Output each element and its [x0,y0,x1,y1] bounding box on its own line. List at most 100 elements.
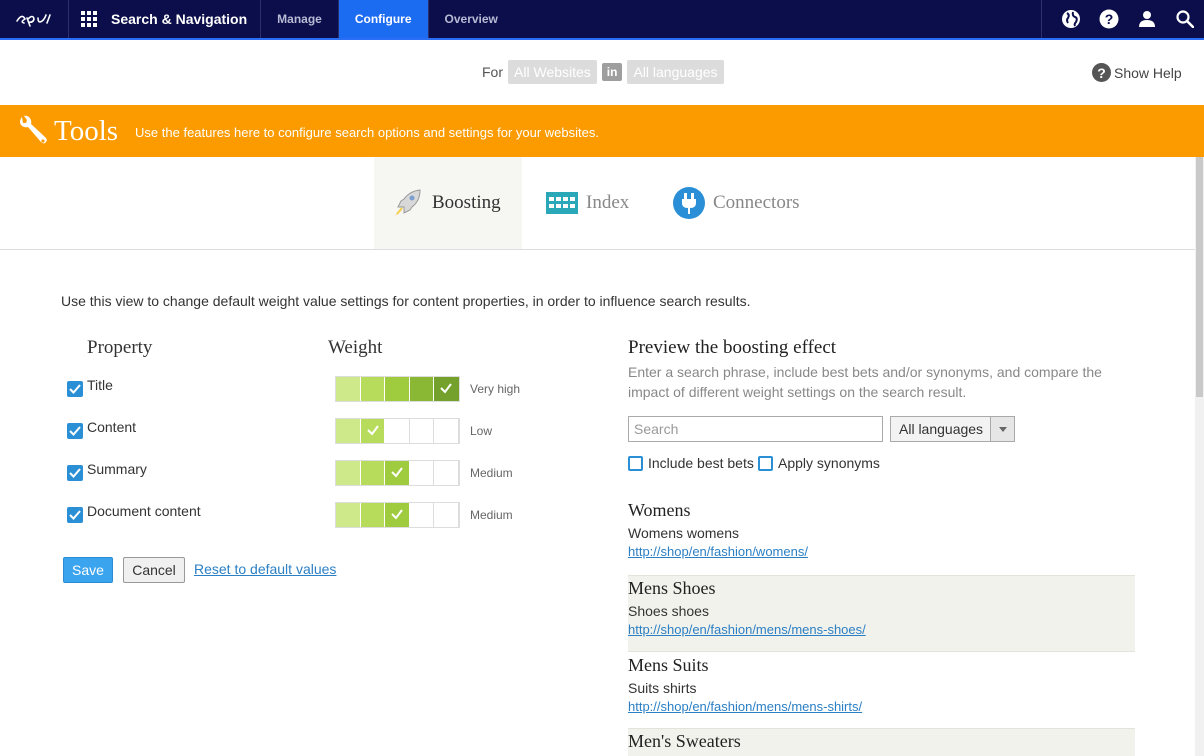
property-label: Summary [87,461,147,477]
save-button[interactable]: Save [63,557,113,583]
weight-label: Very high [470,382,521,396]
property-label: Content [87,419,137,435]
result-link[interactable]: http://shop/en/fashion/mens/mens-shoes/ [628,622,1135,637]
weight-segment[interactable] [385,503,410,527]
result-text: Shoes shoes [628,603,709,619]
result-item: Men's Sweaters [628,728,1135,756]
check-icon [390,465,404,484]
help-icon[interactable]: ? [1090,0,1128,38]
weight-segment[interactable] [336,503,361,527]
weight-segment[interactable] [360,377,386,401]
banner-description: Use the features here to configure searc… [135,124,599,140]
weight-segment[interactable] [409,419,435,443]
chevron-down-icon [990,417,1014,441]
boosting-intro: Use this view to change default weight v… [61,293,751,309]
weight-segment[interactable] [409,377,435,401]
in-label: in [601,63,623,81]
property-row: Summary Medium [67,460,537,486]
epi-logo[interactable] [0,0,69,38]
tab-connectors[interactable]: Connectors [673,157,800,249]
weight-segment[interactable] [336,377,361,401]
weight-segment[interactable] [434,461,459,485]
nav-icon-group: ? [1041,0,1204,38]
nav-tab-manage[interactable]: Manage [261,0,339,38]
weight-segment[interactable] [360,503,386,527]
property-checkbox[interactable] [67,423,83,439]
grid-icon [546,192,578,214]
site-language-filter: For All Websites in All languages [482,60,724,84]
weight-slider[interactable] [335,460,460,486]
property-row: Content Low [67,418,537,444]
result-item: Mens Suits Suits shirts http://shop/en/f… [628,653,1135,727]
scrollbar-thumb[interactable] [1196,157,1203,397]
preview-language-select[interactable]: All languages [890,416,1015,442]
show-help-button[interactable]: ? Show Help [1092,63,1182,82]
top-navigation-bar: Search & Navigation Manage Configure Ove… [0,0,1204,40]
weight-segment[interactable] [409,461,435,485]
app-switcher-icon[interactable] [69,0,109,38]
weight-segment[interactable] [434,419,459,443]
globe-icon[interactable] [1052,0,1090,38]
tools-banner: Tools Use the features here to configure… [0,105,1204,157]
weight-segment[interactable] [360,461,386,485]
preview-search-input[interactable] [628,416,883,442]
check-icon [439,381,453,400]
checkbox-box [758,455,773,471]
context-bar: For All Websites in All languages ? Show… [0,40,1204,105]
property-label: Document content [87,503,201,519]
tab-boosting[interactable]: Boosting [374,157,522,249]
search-icon[interactable] [1166,0,1204,38]
weight-segment[interactable] [385,461,410,485]
weight-label: Medium [470,508,513,522]
checkbox-box [628,455,643,471]
result-link[interactable]: http://shop/en/fashion/mens/mens-shirts/ [628,699,1135,714]
apply-synonyms-label: Apply synonyms [778,455,880,471]
reset-defaults-link[interactable]: Reset to default values [194,561,336,577]
result-item: Womens Womens womens http://shop/en/fash… [628,500,1135,574]
wrench-icon [20,115,47,144]
weight-slider[interactable] [335,502,460,528]
weight-segment[interactable] [336,461,361,485]
language-selector[interactable]: All languages [627,60,724,84]
weight-segment[interactable] [336,419,361,443]
check-icon [366,423,380,442]
tab-boosting-label: Boosting [432,192,501,213]
cancel-button[interactable]: Cancel [123,557,185,583]
weight-label: Low [470,424,493,438]
result-title: Womens [628,500,691,520]
result-text: Womens womens [628,525,740,541]
property-row: Title Very high [67,376,537,402]
preview-description: Enter a search phrase, include best bets… [628,364,1102,400]
property-label: Title [87,377,113,393]
tab-connectors-label: Connectors [713,192,800,213]
weight-segment[interactable] [385,419,410,443]
weight-segment[interactable] [385,377,410,401]
rocket-icon [395,189,421,216]
apply-synonyms-checkbox[interactable]: Apply synonyms [758,455,880,471]
user-icon[interactable] [1128,0,1166,38]
preview-title: Preview the boosting effect [628,337,837,358]
website-selector[interactable]: All Websites [508,60,597,84]
question-icon: ? [1092,63,1111,82]
weight-segment[interactable] [434,503,459,527]
weight-segment[interactable] [434,377,460,401]
include-best-bets-checkbox[interactable]: Include best bets [628,455,754,471]
weight-label: Medium [470,466,513,480]
weight-slider[interactable] [335,418,460,444]
page-scrollbar[interactable] [1195,157,1204,756]
nav-tab-overview[interactable]: Overview [429,0,514,38]
property-checkbox[interactable] [67,381,83,397]
result-link[interactable]: http://shop/en/fashion/womens/ [628,544,1135,559]
tab-index-label: Index [586,192,630,213]
nav-tab-configure[interactable]: Configure [338,0,429,38]
banner-title: Tools [54,114,119,147]
tab-index[interactable]: Index [546,157,629,249]
weight-segment[interactable] [409,503,435,527]
property-checkbox[interactable] [67,465,83,481]
result-title: Mens Shoes [628,578,716,598]
language-select-value: All languages [899,421,984,437]
weight-slider[interactable] [335,376,460,402]
weight-segment[interactable] [360,419,386,443]
property-checkbox[interactable] [67,507,83,523]
property-row: Document content Medium [67,502,537,528]
